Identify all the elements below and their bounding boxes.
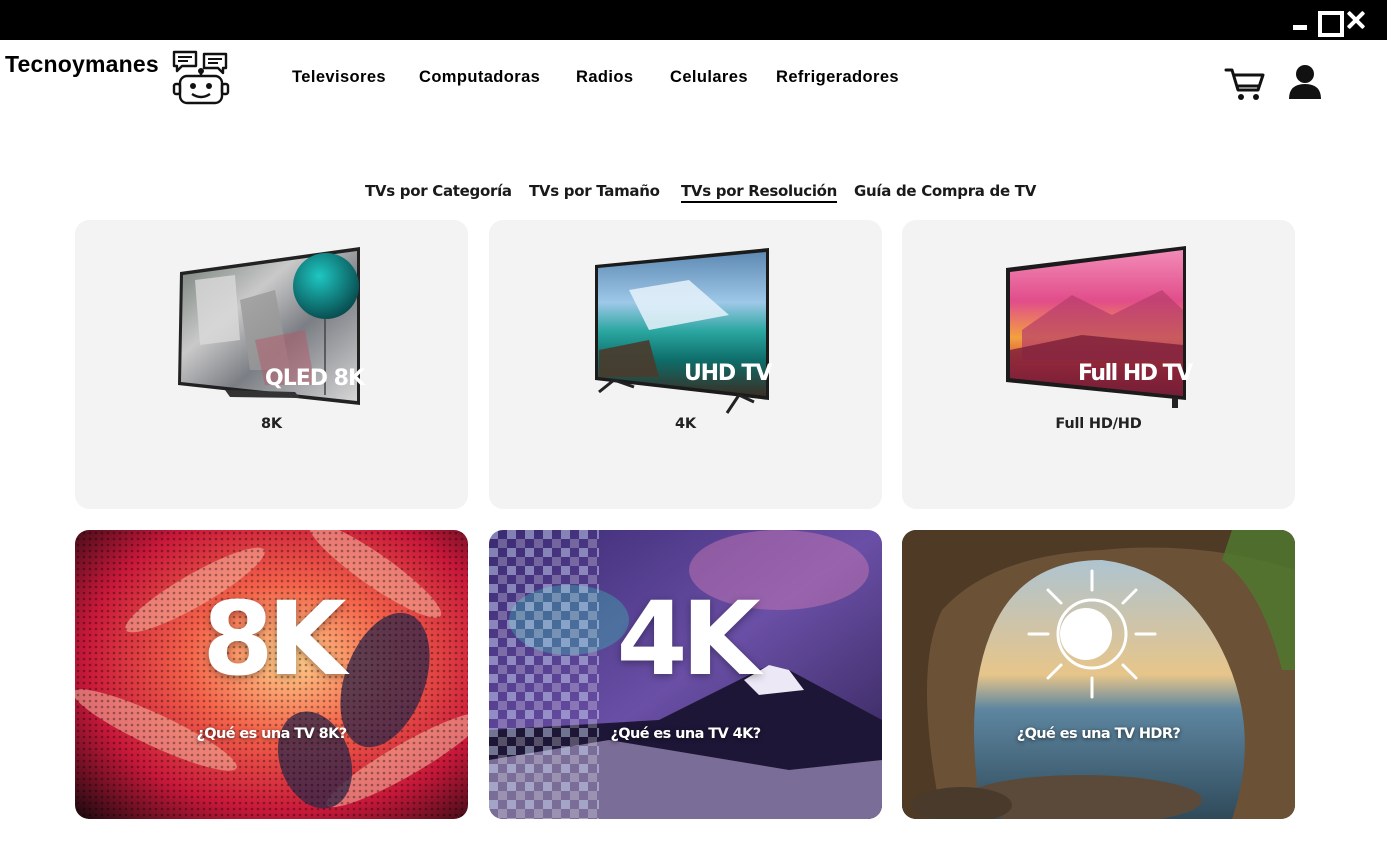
banner-what-is-8k[interactable]: 8K ¿Qué es una TV 8K?: [75, 530, 468, 819]
maximize-icon[interactable]: [1316, 0, 1344, 40]
nav-celulares[interactable]: Celulares: [670, 68, 748, 87]
product-label-8k: 8K: [261, 416, 282, 432]
robot-chat-icon[interactable]: [170, 48, 230, 106]
product-label-fullhd: Full HD/HD: [1055, 416, 1142, 432]
product-card-8k[interactable]: QLED 8K 8K: [75, 220, 468, 509]
minimize-icon[interactable]: [1290, 0, 1310, 40]
window-titlebar: [0, 0, 1387, 40]
nav-computadoras[interactable]: Computadoras: [419, 68, 540, 87]
product-card-fullhd[interactable]: Full HD TV Full HD/HD: [902, 220, 1295, 509]
tv-4k-image: UHD TV: [595, 248, 773, 414]
tv-8k-image: QLED 8K: [178, 247, 367, 405]
product-label-4k: 4K: [675, 416, 696, 432]
banner-8k-headline: 8K: [202, 580, 346, 699]
shopping-cart-icon[interactable]: [1224, 65, 1266, 103]
tab-tvs-por-categoria[interactable]: TVs por Categoría: [365, 182, 512, 200]
banner-what-is-4k[interactable]: 4K ¿Qué es una TV 4K?: [489, 530, 882, 819]
tab-tvs-por-tamano[interactable]: TVs por Tamaño: [529, 182, 660, 200]
sun-icon: [1027, 569, 1157, 699]
product-card-4k[interactable]: UHD TV 4K: [489, 220, 882, 509]
close-icon[interactable]: [1342, 0, 1370, 40]
tab-tvs-por-resolucion[interactable]: TVs por Resolución: [681, 182, 837, 203]
banner-what-is-hdr[interactable]: ¿Qué es una TV HDR?: [902, 530, 1295, 819]
tab-guia-de-compra[interactable]: Guía de Compra de TV: [854, 182, 1036, 200]
banner-4k-headline: 4K: [616, 580, 760, 699]
nav-refrigeradores[interactable]: Refrigeradores: [776, 68, 899, 87]
tv-8k-screen-text: QLED 8K: [265, 366, 366, 391]
banner-hdr-question: ¿Qué es una TV HDR?: [1016, 726, 1181, 742]
tv-fullhd-screen-text: Full HD TV: [1078, 361, 1193, 386]
nav-televisores[interactable]: Televisores: [292, 68, 386, 87]
banner-8k-question: ¿Qué es una TV 8K?: [196, 726, 347, 742]
brand-name[interactable]: Tecnoymanes: [5, 51, 159, 78]
banner-4k-question: ¿Qué es una TV 4K?: [610, 726, 761, 742]
tv-4k-screen-text: UHD TV: [684, 361, 772, 386]
nav-radios[interactable]: Radios: [576, 68, 633, 87]
tv-fullhd-image: Full HD TV: [1006, 246, 1195, 408]
user-account-icon[interactable]: [1287, 64, 1323, 100]
